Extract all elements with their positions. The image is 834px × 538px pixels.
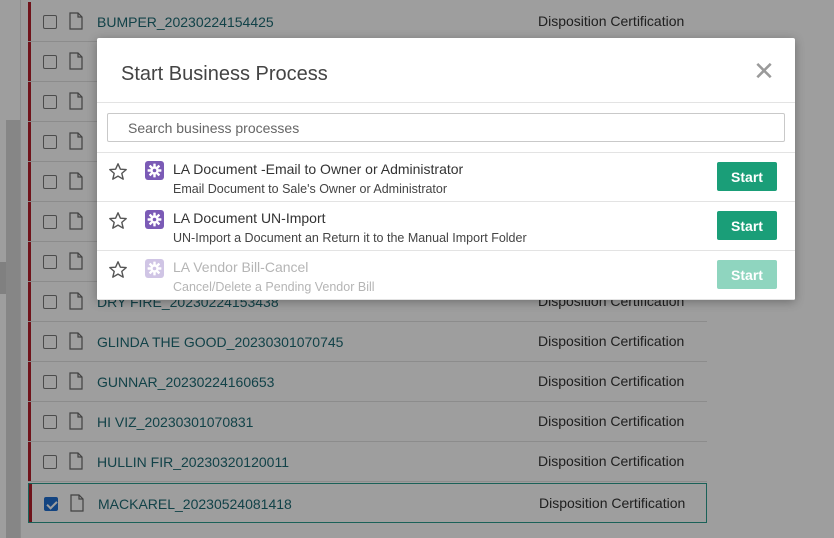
process-title: LA Document UN-Import: [173, 210, 326, 226]
gear-icon: [145, 210, 164, 229]
dialog-title: Start Business Process: [121, 63, 328, 85]
process-title: LA Document -Email to Owner or Administr…: [173, 161, 464, 177]
close-icon[interactable]: ✕: [753, 58, 775, 84]
dialog-header-divider: [97, 102, 795, 103]
start-button[interactable]: Start: [717, 211, 777, 240]
start-button[interactable]: Start: [717, 260, 777, 289]
process-row: LA Vendor Bill-Cancel Cancel/Delete a Pen…: [97, 251, 795, 300]
favorite-star-icon[interactable]: [108, 260, 128, 280]
process-description: Email Document to Sale's Owner or Admini…: [173, 182, 448, 196]
process-description: UN-Import a Document an Return it to the…: [173, 231, 527, 245]
process-title: LA Vendor Bill-Cancel: [173, 259, 309, 275]
start-business-process-dialog: Start Business Process ✕ LA Document -Em…: [97, 38, 795, 300]
process-description: Cancel/Delete a Pending Vendor Bill: [173, 280, 375, 294]
search-input[interactable]: [108, 114, 784, 141]
gear-icon: [145, 259, 164, 278]
search-box: [107, 113, 785, 142]
favorite-star-icon[interactable]: [108, 211, 128, 231]
process-row: LA Document UN-Import UN-Import a Documen…: [97, 202, 795, 251]
gear-icon: [145, 161, 164, 180]
process-row: LA Document -Email to Owner or Administr…: [97, 153, 795, 202]
favorite-star-icon[interactable]: [108, 162, 128, 182]
start-button[interactable]: Start: [717, 162, 777, 191]
